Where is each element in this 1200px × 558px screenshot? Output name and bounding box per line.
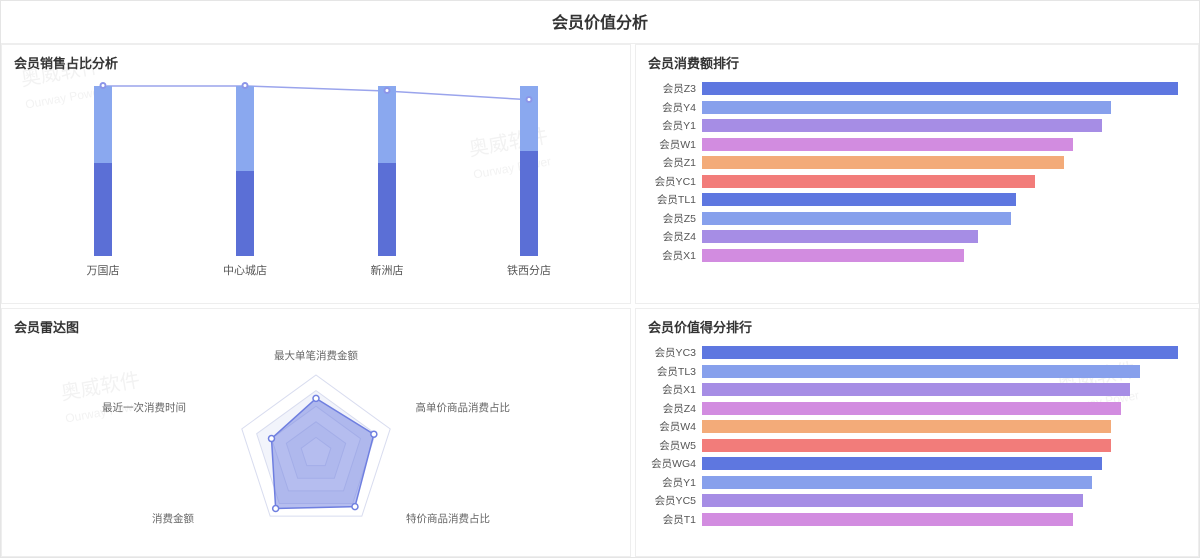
chart-radar[interactable]: 奥威软件Ourway Power 最大单笔消费金额 高单价商品消费占比 特价商品…	[2, 340, 630, 556]
rank-bar	[702, 249, 964, 262]
panel-title-radar: 会员雷达图	[2, 309, 630, 340]
rank-row-会员W1[interactable]: 会员W1	[644, 136, 1178, 153]
rank-label: 会员W4	[644, 419, 702, 434]
rank-bar	[702, 193, 1016, 206]
panel-sales-ratio: 会员销售占比分析 奥威软件Ourway Power 奥威软件Ourway Pow…	[1, 44, 631, 304]
rank-label: 会员TL3	[644, 364, 702, 379]
chart-sales-ratio[interactable]: 奥威软件Ourway Power 奥威软件Ourway Power 万国店中心城…	[2, 76, 630, 303]
rank-row-会员X1[interactable]: 会员X1	[644, 381, 1178, 398]
rank-bar	[702, 230, 978, 243]
rank-label: 会员YC1	[644, 174, 702, 189]
rank-label: 会员W1	[644, 137, 702, 152]
rank-bar	[702, 138, 1073, 151]
panel-title-sales-ratio: 会员销售占比分析	[2, 45, 630, 76]
rank-row-会员YC1[interactable]: 会员YC1	[644, 173, 1178, 190]
rank-label: 会员TL1	[644, 192, 702, 207]
column-中心城店[interactable]	[185, 86, 305, 256]
rank-row-会员Z4[interactable]: 会员Z4	[644, 228, 1178, 245]
column-新洲店[interactable]	[327, 86, 447, 256]
column-label: 万国店	[43, 262, 163, 278]
rank-bar	[702, 457, 1102, 470]
column-万国店[interactable]	[43, 86, 163, 256]
panel-consumption-rank: 会员消费额排行 会员Z3会员Y4会员Y1会员W1会员Z1会员YC1会员TL1会员…	[635, 44, 1199, 304]
rank-row-会员Y1[interactable]: 会员Y1	[644, 117, 1178, 134]
dashboard: 会员价值分析 会员销售占比分析 奥威软件Ourway Power 奥威软件Our…	[0, 0, 1200, 558]
panel-title-consumption-rank: 会员消费额排行	[636, 45, 1198, 76]
rank-row-会员TL1[interactable]: 会员TL1	[644, 191, 1178, 208]
rank-label: 会员WG4	[644, 456, 702, 471]
column-label: 铁西分店	[469, 262, 589, 278]
rank-row-会员T1[interactable]: 会员T1	[644, 511, 1178, 528]
rank-label: 会员Y4	[644, 100, 702, 115]
panel-title-value-rank: 会员价值得分排行	[636, 309, 1198, 340]
rank-row-会员Z1[interactable]: 会员Z1	[644, 154, 1178, 171]
rank-label: 会员T1	[644, 512, 702, 527]
rank-label: 会员Z1	[644, 155, 702, 170]
watermark: 奥威软件Ourway Power	[58, 363, 146, 428]
chart-value-rank[interactable]: 奥威软件Ourway Power 会员YC3会员TL3会员X1会员Z4会员W4会…	[636, 340, 1198, 556]
panel-grid: 会员销售占比分析 奥威软件Ourway Power 奥威软件Ourway Pow…	[1, 44, 1199, 557]
rank-bar	[702, 346, 1178, 359]
rank-bar	[702, 119, 1102, 132]
radar-axis-label: 最近一次消费时间	[102, 400, 186, 415]
page-title: 会员价值分析	[1, 1, 1199, 44]
radar-axis-label: 最大单笔消费金额	[274, 348, 358, 363]
rank-bar	[702, 101, 1111, 114]
rank-label: 会员Z5	[644, 211, 702, 226]
rank-label: 会员YC5	[644, 493, 702, 508]
column-label: 新洲店	[327, 262, 447, 278]
rank-row-会员WG4[interactable]: 会员WG4	[644, 455, 1178, 472]
rank-bar	[702, 402, 1121, 415]
rank-bar	[702, 82, 1178, 95]
panel-value-rank: 会员价值得分排行 奥威软件Ourway Power 会员YC3会员TL3会员X1…	[635, 308, 1199, 557]
rank-bar	[702, 175, 1035, 188]
rank-row-会员W4[interactable]: 会员W4	[644, 418, 1178, 435]
rank-row-会员Z5[interactable]: 会员Z5	[644, 210, 1178, 227]
rank-bar	[702, 420, 1111, 433]
rank-label: 会员YC3	[644, 345, 702, 360]
rank-bar	[702, 383, 1130, 396]
rank-label: 会员Z4	[644, 229, 702, 244]
radar-axis-label: 高单价商品消费占比	[416, 400, 511, 415]
rank-label: 会员W5	[644, 438, 702, 453]
rank-row-会员X1[interactable]: 会员X1	[644, 247, 1178, 264]
rank-label: 会员Z4	[644, 401, 702, 416]
rank-row-会员Z3[interactable]: 会员Z3	[644, 80, 1178, 97]
radar-axis-label: 消费金额	[152, 511, 194, 526]
rank-row-会员Y1[interactable]: 会员Y1	[644, 474, 1178, 491]
rank-label: 会员Z3	[644, 81, 702, 96]
rank-row-会员Y4[interactable]: 会员Y4	[644, 99, 1178, 116]
panel-radar: 会员雷达图 奥威软件Ourway Power 最大单笔消费金额 高单价商品消费占…	[1, 308, 631, 557]
chart-consumption-rank[interactable]: 会员Z3 会员Y4 会员Y1 会员W1 会员Z1 会员YC1 会员TL1 会员Z5 会员Z4 会员…	[636, 76, 1198, 303]
rank-row-会员TL3[interactable]: 会员TL3	[644, 363, 1178, 380]
rank-bar	[702, 494, 1083, 507]
radar-axis-label: 特价商品消费占比	[406, 511, 490, 526]
column-铁西分店[interactable]	[469, 86, 589, 256]
rank-bar	[702, 156, 1064, 169]
rank-row-会员YC3[interactable]: 会员YC3	[644, 344, 1178, 361]
rank-bar	[702, 365, 1140, 378]
column-label: 中心城店	[185, 262, 305, 278]
rank-bar	[702, 476, 1092, 489]
rank-row-会员YC5[interactable]: 会员YC5	[644, 492, 1178, 509]
rank-label: 会员X1	[644, 382, 702, 397]
rank-label: 会员Y1	[644, 118, 702, 133]
rank-bar	[702, 513, 1073, 526]
rank-bar	[702, 212, 1011, 225]
rank-bar	[702, 439, 1111, 452]
rank-label: 会员Y1	[644, 475, 702, 490]
rank-row-会员W5[interactable]: 会员W5	[644, 437, 1178, 454]
rank-row-会员Z4[interactable]: 会员Z4	[644, 400, 1178, 417]
rank-label: 会员X1	[644, 248, 702, 263]
